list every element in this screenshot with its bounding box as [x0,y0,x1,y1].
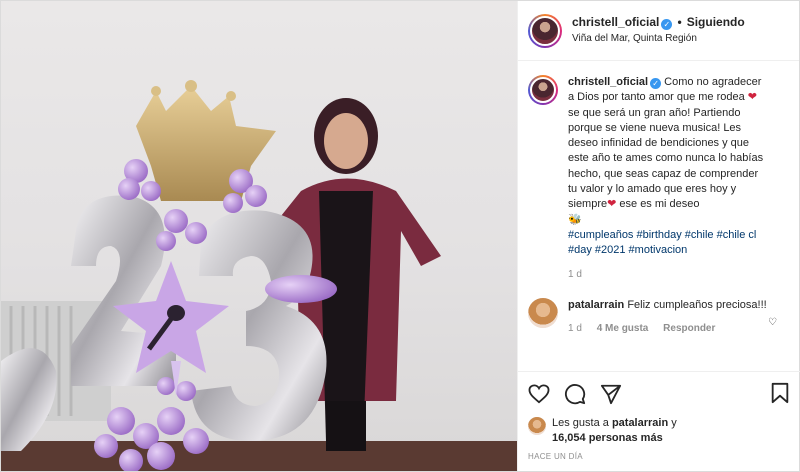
post-header: christell_oficial ✓ • Siguiendo Viña del … [518,1,799,61]
commenter-avatar[interactable] [528,297,558,328]
commenter-username[interactable]: patalarrain [568,299,624,311]
comment-likes[interactable]: 4 Me gusta [597,323,649,334]
caption-time: 1 d [568,268,582,280]
likes-prefix: Les gusta a [552,417,612,429]
comments-section: christell_oficial ✓ Como no agradecer a D… [518,61,799,369]
caption: christell_oficial ✓ Como no agradecer a D… [528,75,785,282]
post-photo[interactable] [1,1,517,471]
action-icons [528,380,788,408]
verified-badge-icon: ✓ [650,78,662,89]
caption-text-3: ese es mi deseo [616,198,700,211]
post-location[interactable]: Viña del Mar, Quinta Región [572,31,745,47]
liker-avatar[interactable] [528,417,546,435]
comment-meta: 1 d 4 Me gusta Responder [568,321,768,336]
caption-hashtags[interactable]: #cumpleaños #birthday #chile #chile cl #… [568,228,768,259]
caption-username[interactable]: christell_oficial [568,76,648,88]
comment-body: patalarrain Feliz cumpleaños preciosa!!!… [568,298,768,337]
comment-bubble-icon[interactable] [564,383,586,405]
red-heart-emoji: ❤ [747,91,757,104]
follow-separator: • [677,15,682,29]
birthday-photo-illustration [1,80,517,471]
following-button[interactable]: Siguiendo [687,15,745,29]
post-timestamp: HACE UN DÍA [528,452,583,461]
like-heart-icon[interactable] [528,384,550,404]
caption-avatar[interactable] [528,75,558,105]
bookmark-icon[interactable] [770,382,790,404]
comment-item: patalarrain Feliz cumpleaños preciosa!!!… [528,297,785,337]
post-side-panel: christell_oficial ✓ • Siguiendo Viña del … [517,1,800,471]
red-heart-emoji: ❤ [607,198,617,211]
likes-count[interactable]: 16,054 personas más [552,432,663,444]
author-username[interactable]: christell_oficial [572,15,659,29]
likes-summary: Les gusta a patalarrain y 16,054 persona… [528,416,788,446]
post-container: christell_oficial ✓ • Siguiendo Viña del … [0,0,800,472]
bee-emoji: 🐝 [568,213,582,226]
verified-badge-icon: ✓ [661,19,673,30]
comment-text: Feliz cumpleaños preciosa!!! [627,298,767,311]
post-actions: Les gusta a patalarrain y 16,054 persona… [518,371,800,471]
caption-text-2: se que será un gran año! Partiendo porqu… [568,106,764,211]
comment-like-heart-icon[interactable]: ♡ [768,317,777,328]
author-avatar[interactable] [528,13,562,48]
share-paper-plane-icon[interactable] [600,383,622,405]
likes-text: Les gusta a patalarrain y 16,054 persona… [552,416,677,446]
caption-body: christell_oficial ✓ Como no agradecer a D… [568,75,768,282]
comment-time: 1 d [568,323,582,335]
header-info: christell_oficial ✓ • Siguiendo Viña del … [572,14,745,47]
liker-username[interactable]: patalarrain [612,417,668,429]
reply-button[interactable]: Responder [663,323,715,334]
likes-middle: y [668,417,677,429]
